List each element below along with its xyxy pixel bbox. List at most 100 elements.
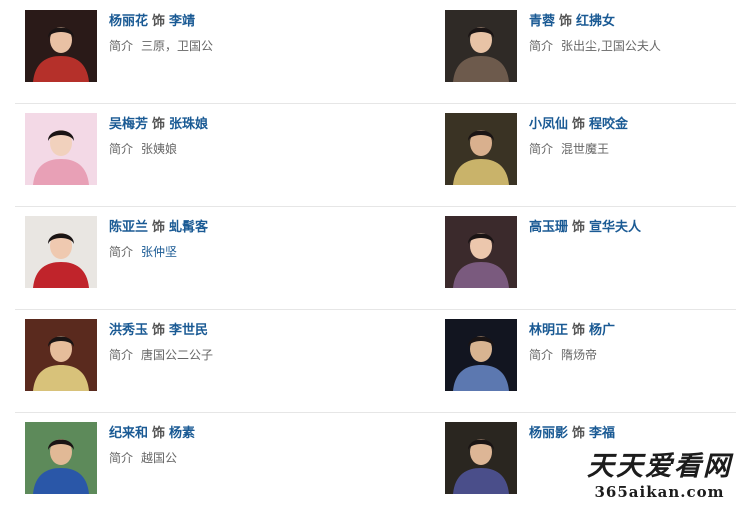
cast-item: 林明正饰杨广 简介 隋炀帝: [435, 309, 736, 412]
intro-label: 简介: [109, 39, 134, 53]
actor-name-link[interactable]: 杨丽影: [529, 426, 568, 441]
cast-name-line: 林明正饰杨广: [529, 319, 615, 338]
cast-name-line: 杨丽花饰李靖: [109, 10, 195, 29]
intro-text: 张姨娘: [141, 142, 178, 156]
cast-name-line: 陈亚兰饰虬髯客: [109, 216, 208, 235]
plays-label: 饰: [572, 220, 586, 235]
intro-text: 三原，卫国公: [141, 39, 214, 53]
cast-name-line: 高玉珊饰宣华夫人: [529, 216, 641, 235]
watermark-title: 天天爱看网: [587, 451, 732, 482]
intro-label: 简介: [109, 451, 134, 465]
actor-name-link[interactable]: 青蓉: [529, 14, 555, 29]
actor-name-link[interactable]: 纪来和: [109, 426, 148, 441]
role-intro: 简介 张出尘,卫国公夫人: [529, 37, 661, 54]
cast-name-line: 小凤仙饰程咬金: [529, 113, 628, 132]
portrait-image-icon: [445, 422, 517, 494]
role-intro: 简介 越国公: [109, 449, 177, 466]
role-intro: 简介 三原，卫国公: [109, 37, 213, 54]
intro-label: 简介: [529, 142, 554, 156]
role-name-link[interactable]: 李福: [589, 426, 615, 441]
actor-photo[interactable]: [25, 10, 97, 82]
cast-name-line: 吴梅芳饰张珠娘: [109, 113, 208, 132]
intro-text: 越国公: [141, 451, 178, 465]
plays-label: 饰: [152, 220, 166, 235]
role-name-link[interactable]: 红拂女: [576, 14, 615, 29]
portrait-image-icon: [445, 113, 517, 185]
cast-row: 陈亚兰饰虬髯客 简介 张仲坚 高玉珊饰宣华夫人: [15, 206, 736, 310]
cast-item: 吴梅芳饰张珠娘 简介 张姨娘: [15, 103, 335, 206]
role-name-link[interactable]: 张珠娘: [169, 117, 208, 132]
actor-photo[interactable]: [445, 422, 517, 494]
cast-row: 吴梅芳饰张珠娘 简介 张姨娘 小凤仙饰程咬金 简介 混世魔王: [15, 103, 736, 207]
intro-text: 张出尘,卫国公夫人: [561, 39, 661, 53]
actor-name-link[interactable]: 林明正: [529, 323, 568, 338]
actor-photo[interactable]: [445, 10, 517, 82]
plays-label: 饰: [152, 14, 166, 29]
cast-row: 洪秀玉饰李世民 简介 唐国公二公子 林明正饰杨广 简介 隋炀帝: [15, 309, 736, 413]
plays-label: 饰: [152, 426, 166, 441]
actor-name-link[interactable]: 高玉珊: [529, 220, 568, 235]
role-name-link[interactable]: 程咬金: [589, 117, 628, 132]
portrait-image-icon: [25, 422, 97, 494]
cast-item: 高玉珊饰宣华夫人: [435, 206, 736, 309]
plays-label: 饰: [152, 117, 166, 132]
cast-item: 小凤仙饰程咬金 简介 混世魔王: [435, 103, 736, 206]
portrait-image-icon: [445, 319, 517, 391]
portrait-image-icon: [25, 10, 97, 82]
plays-label: 饰: [559, 14, 573, 29]
cast-grid: 杨丽花饰李靖 简介 三原，卫国公 青蓉饰红拂女 简介 张出尘,卫国公夫人 吴梅芳饰张珠娘 简介…: [0, 0, 736, 503]
portrait-image-icon: [445, 10, 517, 82]
actor-name-link[interactable]: 吴梅芳: [109, 117, 148, 132]
portrait-image-icon: [25, 319, 97, 391]
intro-text: 隋炀帝: [561, 348, 598, 362]
plays-label: 饰: [152, 323, 166, 338]
watermark-url: 365aikan.com: [594, 483, 725, 501]
role-name-link[interactable]: 李世民: [169, 323, 208, 338]
cast-name-line: 青蓉饰红拂女: [529, 10, 615, 29]
cast-name-line: 杨丽影饰李福: [529, 422, 615, 441]
actor-photo[interactable]: [25, 422, 97, 494]
intro-text: 唐国公二公子: [141, 348, 214, 362]
portrait-image-icon: [445, 216, 517, 288]
actor-photo[interactable]: [25, 113, 97, 185]
intro-label: 简介: [529, 39, 554, 53]
actor-photo[interactable]: [25, 319, 97, 391]
actor-photo[interactable]: [445, 113, 517, 185]
intro-label: 简介: [109, 348, 134, 362]
intro-text: 混世魔王: [561, 142, 610, 156]
actor-name-link[interactable]: 杨丽花: [109, 14, 148, 29]
portrait-image-icon: [25, 216, 97, 288]
cast-item: 纪来和饰杨素 简介 越国公: [15, 412, 335, 515]
plays-label: 饰: [572, 426, 586, 441]
role-intro: 简介 隋炀帝: [529, 346, 597, 363]
intro-label: 简介: [109, 142, 134, 156]
intro-label: 简介: [109, 245, 134, 259]
actor-name-link[interactable]: 洪秀玉: [109, 323, 148, 338]
plays-label: 饰: [572, 117, 586, 132]
intro-label: 简介: [529, 348, 554, 362]
cast-row: 杨丽花饰李靖 简介 三原，卫国公 青蓉饰红拂女 简介 张出尘,卫国公夫人: [15, 0, 736, 104]
plays-label: 饰: [572, 323, 586, 338]
role-intro: 简介 张仲坚: [109, 243, 177, 260]
role-name-link[interactable]: 杨广: [589, 323, 615, 338]
actor-name-link[interactable]: 陈亚兰: [109, 220, 148, 235]
site-watermark: 天天爱看网 365aikan.com: [587, 444, 732, 501]
cast-item: 洪秀玉饰李世民简介 唐国公二公子: [15, 309, 335, 412]
actor-photo[interactable]: [25, 216, 97, 288]
cast-name-line: 纪来和饰杨素: [109, 422, 195, 441]
actor-photo[interactable]: [445, 216, 517, 288]
role-intro: 简介 混世魔王: [529, 140, 609, 157]
role-name-link[interactable]: 李靖: [169, 14, 195, 29]
intro-text-link[interactable]: 张仲坚: [141, 245, 177, 259]
role-intro: 简介 唐国公二公子: [109, 346, 213, 363]
cast-item: 青蓉饰红拂女简介 张出尘,卫国公夫人: [435, 0, 736, 103]
role-name-link[interactable]: 宣华夫人: [589, 220, 641, 235]
role-intro: 简介 张姨娘: [109, 140, 177, 157]
actor-name-link[interactable]: 小凤仙: [529, 117, 568, 132]
actor-photo[interactable]: [445, 319, 517, 391]
portrait-image-icon: [25, 113, 97, 185]
cast-item: 杨丽花饰李靖简介 三原，卫国公: [15, 0, 335, 103]
cast-item: 陈亚兰饰虬髯客 简介 张仲坚: [15, 206, 335, 309]
role-name-link[interactable]: 虬髯客: [169, 220, 208, 235]
role-name-link[interactable]: 杨素: [169, 426, 195, 441]
